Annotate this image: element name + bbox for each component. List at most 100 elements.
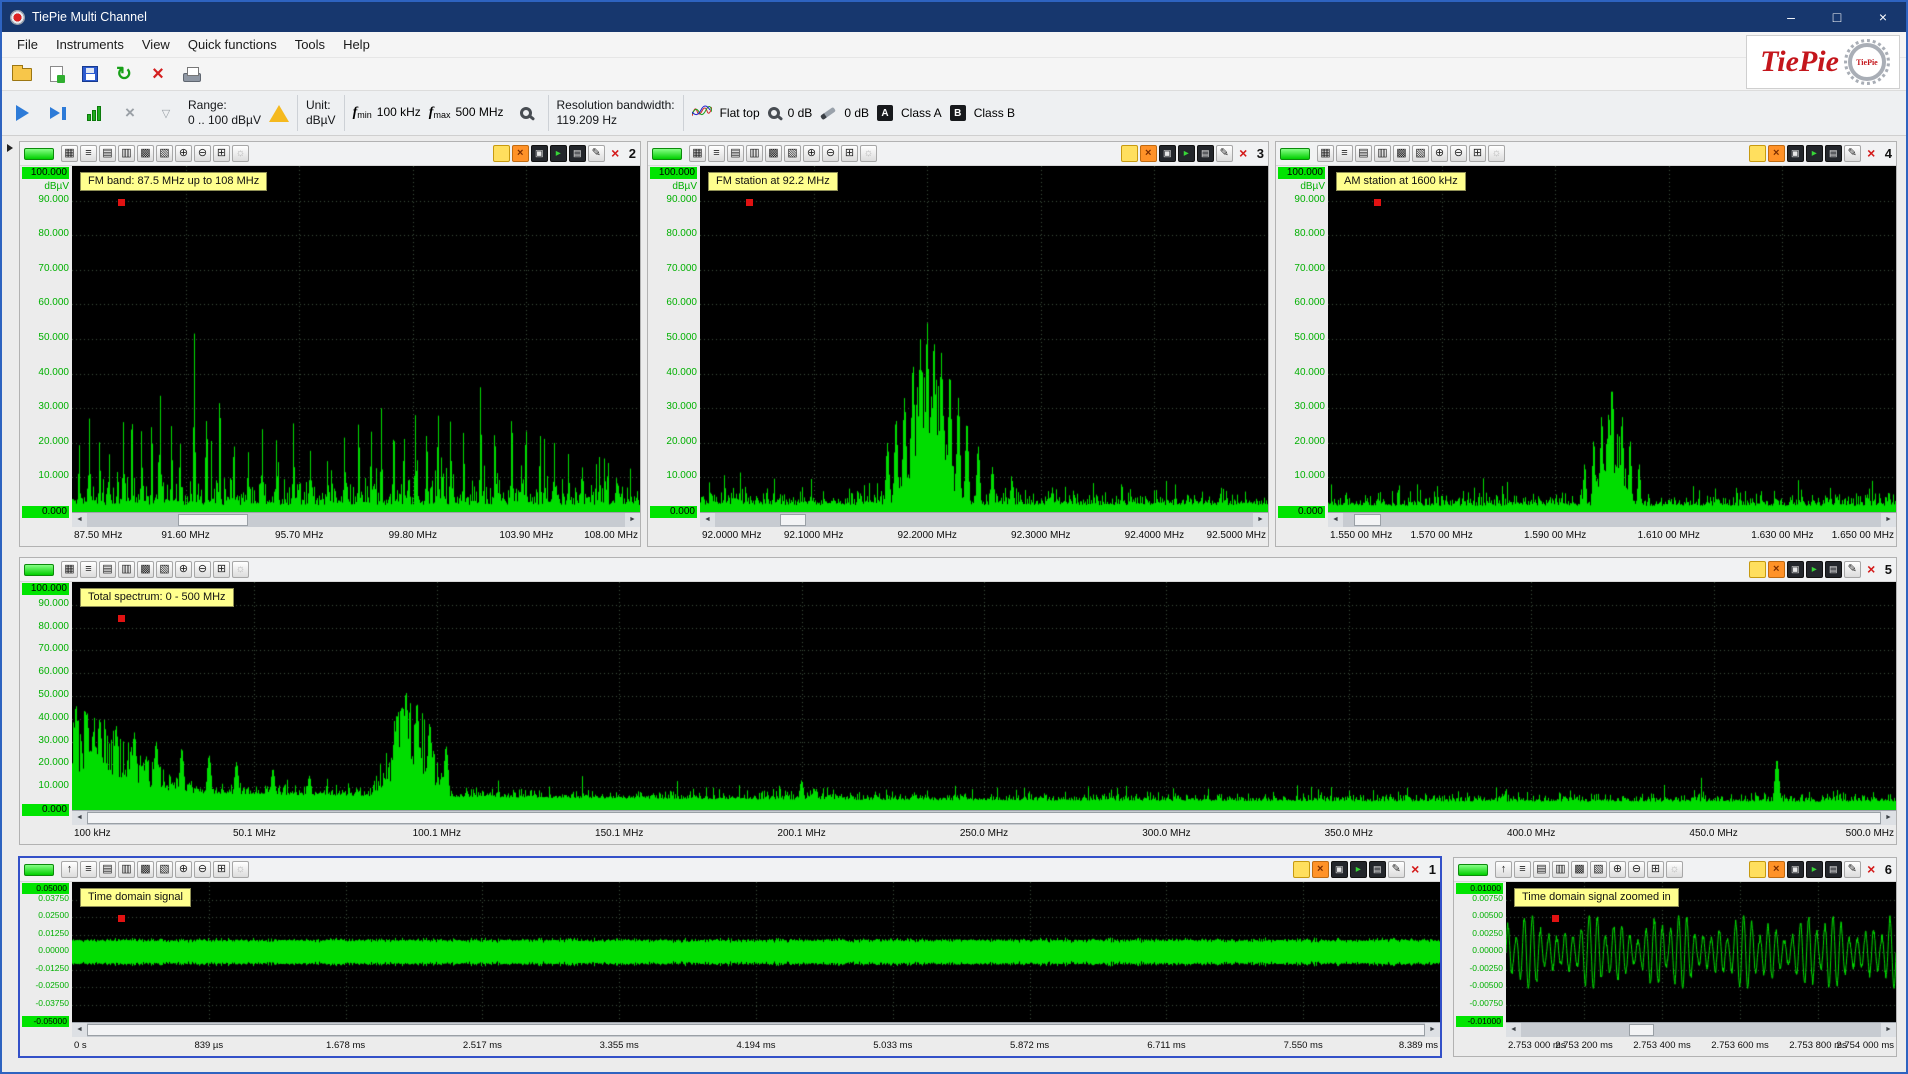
save-button[interactable]: [76, 61, 104, 87]
channel-indicator[interactable]: [24, 564, 54, 576]
scrollbar-thumb[interactable]: [178, 514, 248, 526]
zoom-in-icon[interactable]: ⊕: [175, 861, 192, 878]
cursors-icon[interactable]: ≡: [80, 561, 97, 578]
copy-graph-icon[interactable]: ▣: [1787, 561, 1804, 578]
scroll-right-icon[interactable]: ►: [1881, 1023, 1896, 1037]
h-scrollbar[interactable]: ◄ ►: [700, 512, 1268, 527]
annotation-callout[interactable]: AM station at 1600 kHz: [1336, 172, 1466, 191]
h-scrollbar[interactable]: ◄ ►: [72, 1022, 1440, 1037]
h-scrollbar[interactable]: ◄ ►: [1506, 1022, 1896, 1037]
zoom-out-icon[interactable]: ⊖: [194, 145, 211, 162]
refresh-button[interactable]: ↻: [110, 61, 138, 87]
plot-area[interactable]: [700, 166, 1268, 512]
scroll-left-icon[interactable]: ◄: [72, 1023, 87, 1037]
copy-graph-icon[interactable]: ▣: [1787, 145, 1804, 162]
export-graph-icon[interactable]: ▸: [1806, 145, 1823, 162]
magnify-gain-value[interactable]: 0 dB: [788, 106, 813, 120]
cursors-icon[interactable]: ≡: [80, 145, 97, 162]
graph-settings-icon[interactable]: ▤: [1369, 861, 1386, 878]
range-group[interactable]: Range: 0 .. 100 dBµV: [188, 98, 261, 128]
legend-icon[interactable]: ▧: [156, 145, 173, 162]
scroll-right-icon[interactable]: ►: [1881, 811, 1896, 825]
zoom-out-icon[interactable]: ⊖: [1628, 861, 1645, 878]
zoom-in-icon[interactable]: ⊕: [803, 145, 820, 162]
minimize-button[interactable]: –: [1768, 2, 1814, 32]
value-table-icon[interactable]: ▤: [99, 145, 116, 162]
value-table-icon[interactable]: ▤: [727, 145, 744, 162]
export-graph-icon[interactable]: ▸: [1350, 861, 1367, 878]
scroll-right-icon[interactable]: ►: [1425, 1023, 1440, 1037]
close-panel-icon[interactable]: ×: [1235, 145, 1252, 162]
scrollbar-thumb[interactable]: [87, 1024, 1425, 1036]
zoom-window-icon[interactable]: ⊞: [213, 145, 230, 162]
edit-graph-icon[interactable]: ✎: [1388, 861, 1405, 878]
graph-settings-icon[interactable]: ▤: [1197, 145, 1214, 162]
copy-graph-icon[interactable]: ▣: [1787, 861, 1804, 878]
scroll-right-icon[interactable]: ►: [1881, 513, 1896, 527]
add-comment-icon[interactable]: [493, 145, 510, 162]
close-panel-icon[interactable]: ×: [607, 145, 624, 162]
fmax-field[interactable]: fmax 500 MHz: [429, 105, 504, 121]
axis-settings-icon[interactable]: ▥: [118, 145, 135, 162]
add-comment-icon[interactable]: [1121, 145, 1138, 162]
scroll-left-icon[interactable]: ◄: [1506, 1023, 1521, 1037]
channel-indicator[interactable]: [1458, 864, 1488, 876]
remove-comment-icon[interactable]: ×: [1768, 861, 1785, 878]
maximize-button[interactable]: □: [1814, 2, 1860, 32]
close-panel-icon[interactable]: ×: [1863, 145, 1880, 162]
grid-icon[interactable]: ▩: [1393, 145, 1410, 162]
plot-area[interactable]: [1328, 166, 1896, 512]
zoom-window-icon[interactable]: ⊞: [1469, 145, 1486, 162]
value-table-icon[interactable]: ▤: [1533, 861, 1550, 878]
views-dropdown-button[interactable]: ▽: [152, 100, 180, 126]
legend-icon[interactable]: ▧: [1590, 861, 1607, 878]
h-scrollbar[interactable]: ◄ ►: [1328, 512, 1896, 527]
h-scrollbar[interactable]: ◄ ►: [72, 512, 640, 527]
edit-graph-icon[interactable]: ✎: [1844, 561, 1861, 578]
remove-comment-icon[interactable]: ×: [1768, 561, 1785, 578]
class-b-value[interactable]: Class B: [974, 106, 1015, 120]
zoom-in-icon[interactable]: ⊕: [175, 561, 192, 578]
scrollbar-thumb[interactable]: [87, 812, 1881, 824]
frequency-search-button[interactable]: [512, 100, 540, 126]
cursors-icon[interactable]: ≡: [80, 861, 97, 878]
close-panel-icon[interactable]: ×: [1863, 561, 1880, 578]
zoom-out-icon[interactable]: ⊖: [194, 861, 211, 878]
edit-graph-icon[interactable]: ✎: [1844, 861, 1861, 878]
axis-settings-icon[interactable]: ▥: [1374, 145, 1391, 162]
remove-comment-icon[interactable]: ×: [512, 145, 529, 162]
value-table-icon[interactable]: ▤: [99, 861, 116, 878]
scrollbar-thumb[interactable]: [780, 514, 807, 526]
cursors-icon[interactable]: ≡: [708, 145, 725, 162]
source-window-icon[interactable]: ▦: [689, 145, 706, 162]
remove-comment-icon[interactable]: ×: [1140, 145, 1157, 162]
menu-view[interactable]: View: [133, 32, 179, 58]
axis-settings-icon[interactable]: ▥: [1552, 861, 1569, 878]
zoom-window-icon[interactable]: ⊞: [213, 861, 230, 878]
window-function-value[interactable]: Flat top: [720, 106, 760, 120]
graph-settings-icon[interactable]: ▤: [569, 145, 586, 162]
channel-indicator[interactable]: [652, 148, 682, 160]
source-window-icon[interactable]: ▦: [1317, 145, 1334, 162]
grid-icon[interactable]: ▩: [765, 145, 782, 162]
start-measurement-button[interactable]: [8, 100, 36, 126]
menu-file[interactable]: File: [8, 32, 47, 58]
export-graph-icon[interactable]: ▸: [1178, 145, 1195, 162]
copy-graph-icon[interactable]: ▣: [1331, 861, 1348, 878]
remove-comment-icon[interactable]: ×: [1312, 861, 1329, 878]
source-window-icon[interactable]: ▦: [61, 561, 78, 578]
zoom-out-icon[interactable]: ⊖: [822, 145, 839, 162]
export-graph-icon[interactable]: ▸: [550, 145, 567, 162]
scrollbar-thumb[interactable]: [1629, 1024, 1654, 1036]
scroll-left-icon[interactable]: ◄: [1328, 513, 1343, 527]
scroll-right-icon[interactable]: ►: [1253, 513, 1268, 527]
annotation-callout[interactable]: Time domain signal zoomed in: [1514, 888, 1679, 907]
pane-splitter-handle[interactable]: [7, 144, 13, 152]
grid-icon[interactable]: ▩: [137, 145, 154, 162]
menu-instruments[interactable]: Instruments: [47, 32, 133, 58]
copy-graph-icon[interactable]: ▣: [531, 145, 548, 162]
scroll-left-icon[interactable]: ◄: [72, 811, 87, 825]
graph-settings-icon[interactable]: ▤: [1825, 145, 1842, 162]
source-window-icon[interactable]: ▦: [61, 145, 78, 162]
axis-settings-icon[interactable]: ▥: [118, 861, 135, 878]
